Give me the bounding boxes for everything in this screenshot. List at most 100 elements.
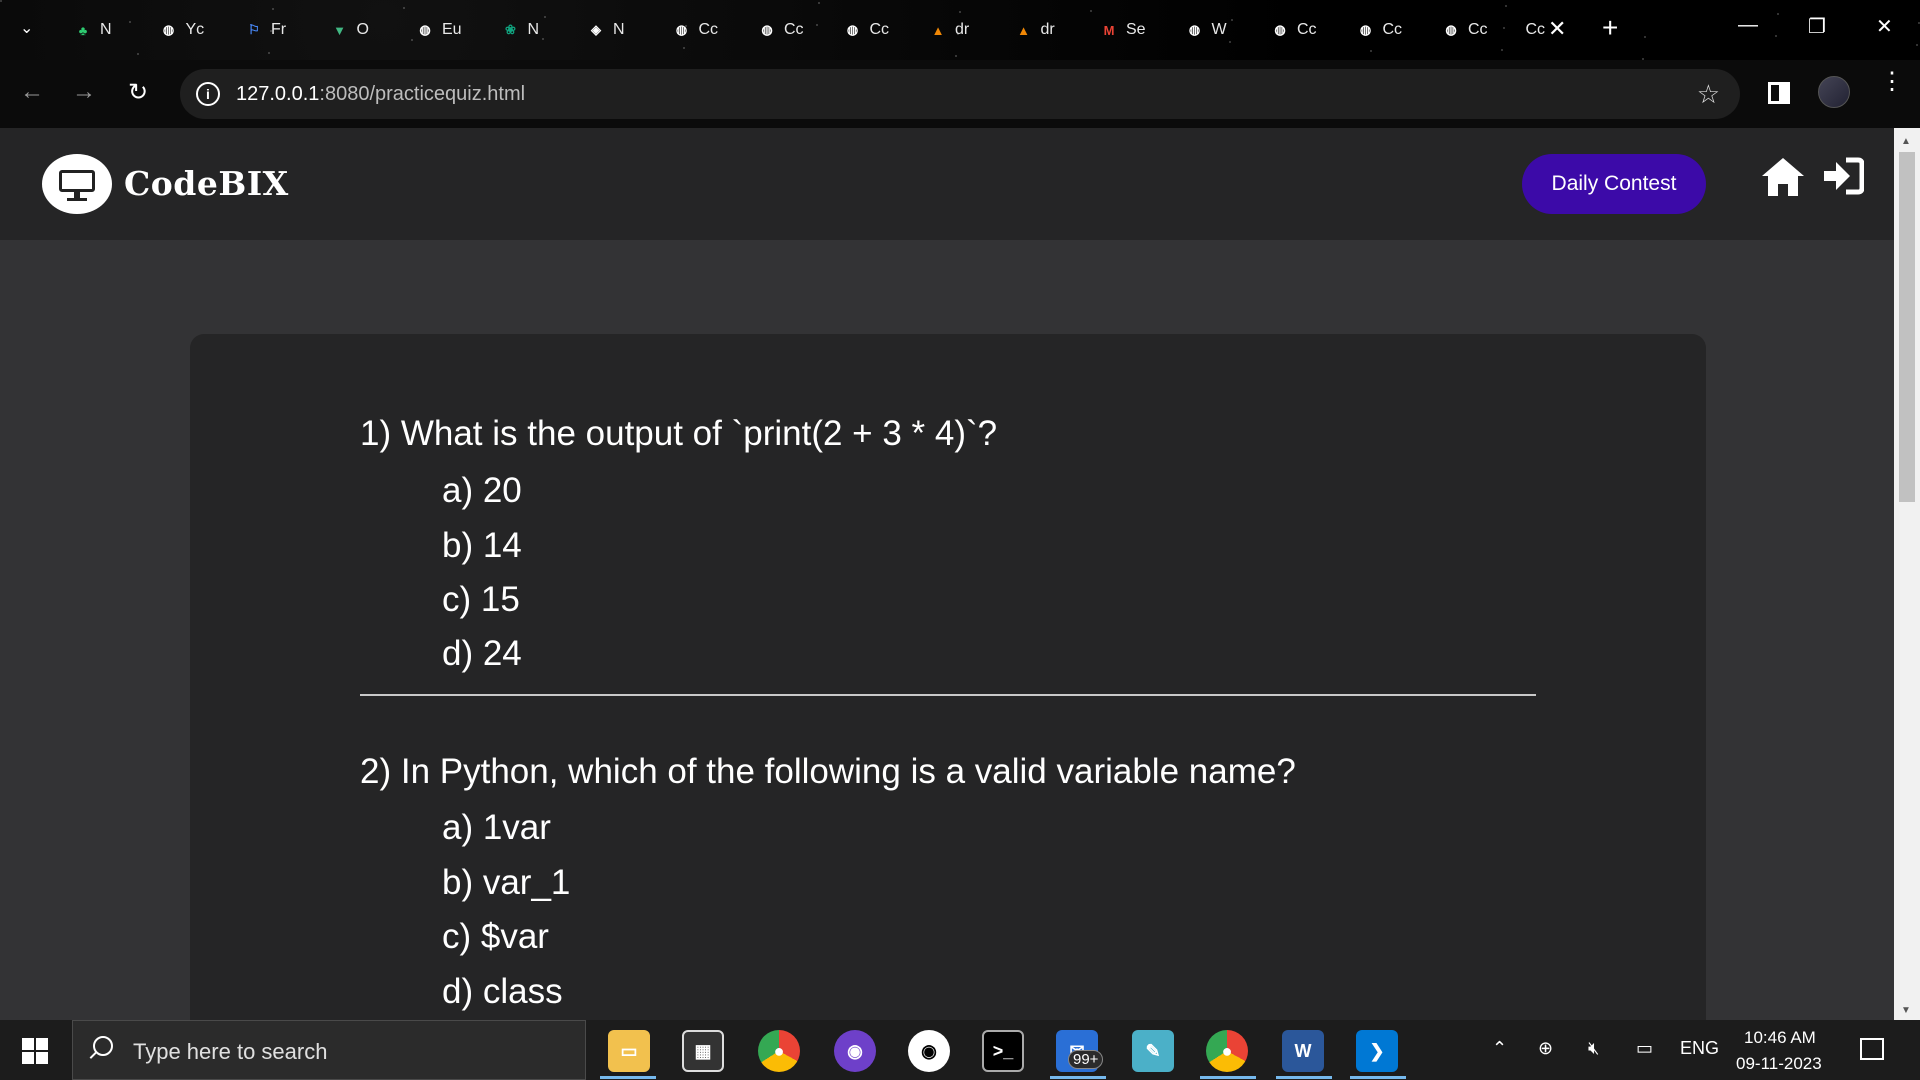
browser-tab[interactable]: ◈ N [585,12,625,48]
site-header: CodeBIX Daily Contest [0,128,1894,240]
url-text[interactable]: 127.0.0.1:8080/practicequiz.html [236,83,525,106]
browser-tab[interactable]: ⚐ Fr [243,12,286,48]
browser-tab[interactable]: ◍ Cc [1440,12,1487,48]
scroll-up-icon[interactable]: ▲ [1901,136,1911,147]
page-viewport: CodeBIX Daily Contest 1) What is the out… [0,128,1920,1020]
speaker-muted-icon[interactable]: 🔇︎ [1588,1038,1599,1059]
vscode-icon[interactable]: ❯ [1356,1030,1398,1072]
browser-tab[interactable]: ◍ W [1184,12,1227,48]
github-icon[interactable]: ◉ [908,1030,950,1072]
question-2-option-d[interactable]: d) class [442,972,563,1012]
daily-contest-button[interactable]: Daily Contest [1522,154,1706,214]
background-star [1503,27,1505,29]
tray-chevron-icon[interactable]: ⌃ [1492,1038,1507,1059]
globe-icon: ◍ [761,22,773,37]
browser-tab[interactable]: M Se [1098,12,1146,48]
reload-icon[interactable]: ↻ [128,78,148,107]
background-star [411,39,413,41]
side-panel-icon[interactable] [1768,82,1790,104]
site-info-icon[interactable]: i [196,82,220,106]
site-brand[interactable]: CodeBIX [124,164,289,203]
drawio-icon: ▲ [1017,22,1030,38]
background-star [683,47,685,49]
scrollbar-thumb[interactable] [1899,152,1915,502]
notification-icon[interactable] [1860,1038,1884,1060]
bookmark-star-icon[interactable]: ☆ [1697,79,1720,110]
windows-start-icon[interactable] [22,1038,48,1064]
back-arrow-icon[interactable]: ← [20,78,44,106]
clock-time[interactable]: 10:46 AM [1744,1028,1816,1048]
github-desktop-icon[interactable]: ◉ [834,1030,876,1072]
browser-tab[interactable]: ▲ dr [1013,12,1055,48]
browser-tab[interactable]: Cc [1526,12,1546,48]
terminal-icon[interactable]: >_ [982,1030,1024,1072]
globe-icon: ◍ [1274,22,1286,37]
site-logo-icon[interactable] [42,154,112,214]
browser-tab[interactable]: ♣ N [72,12,112,48]
question-1-option-d[interactable]: d) 24 [442,634,522,674]
minimize-icon[interactable]: — [1738,14,1758,37]
word-icon[interactable]: W [1282,1030,1324,1072]
background-star [268,52,270,54]
windows-taskbar: Type here to search ▭ ▦ ● ◉ ◉ >_ ✉ 99+ ✎… [0,1020,1920,1080]
background-star [544,16,546,18]
browser-tab[interactable]: ◍ Cc [842,12,889,48]
browser-tab[interactable]: ◍ Cc [1355,12,1402,48]
tab-search-chevron-icon[interactable]: ⌄ [20,18,40,42]
leaf-icon: ♣ [78,22,88,38]
new-tab-button[interactable]: + [1602,12,1618,44]
question-2-option-c[interactable]: c) $var [442,917,549,957]
login-icon[interactable] [1822,156,1865,201]
home-icon[interactable] [1760,156,1806,203]
question-2-option-b[interactable]: b) var_1 [442,863,570,903]
globe-icon: ◍ [162,22,175,37]
tab-close-icon[interactable]: ✕ [1548,16,1566,42]
taskbar-search-input[interactable]: Type here to search [72,1020,586,1080]
forward-arrow-icon[interactable]: → [72,78,96,106]
search-icon [93,1036,113,1056]
restore-icon[interactable]: ❐ [1808,14,1826,39]
background-star [1501,49,1503,51]
question-1-option-c[interactable]: c) 15 [442,580,520,620]
browser-tab[interactable]: ◍ Cc [1269,12,1317,48]
browser-menu-icon[interactable]: ⋮ [1880,70,1904,94]
battery-icon[interactable]: ▭ [1636,1038,1653,1059]
background-star [403,7,405,9]
browser-tab[interactable]: ◍ Yc [158,12,205,48]
file-explorer-icon[interactable]: ▭ [608,1030,650,1072]
notes-icon[interactable]: ✎ [1132,1030,1174,1072]
flag-icon: ⚐ [248,22,260,37]
clock-date[interactable]: 09-11-2023 [1736,1054,1822,1074]
chrome-icon[interactable]: ● [758,1030,800,1072]
browser-tab-label: dr [1040,21,1055,38]
close-window-icon[interactable]: ✕ [1876,14,1893,39]
language-globe-icon[interactable]: ⊕ [1538,1038,1553,1059]
background-star [1231,19,1233,21]
store-icon[interactable]: ▦ [682,1030,724,1072]
browser-tab-label: Cc [698,21,719,38]
monitor-icon [59,170,95,192]
browser-tab[interactable]: ▼ O [329,12,369,48]
browser-tab[interactable]: ▲ dr [927,12,970,48]
question-2-option-a[interactable]: a) 1var [442,808,551,848]
monitor-base [67,198,87,201]
question-1-option-a[interactable]: a) 20 [442,471,522,511]
address-bar[interactable]: i 127.0.0.1:8080/practicequiz.html ☆ [180,69,1740,119]
profile-avatar[interactable] [1818,76,1850,108]
scroll-down-icon[interactable]: ▼ [1901,1005,1911,1016]
question-1-option-b[interactable]: b) 14 [442,526,522,566]
browser-tab-label: Cc [784,21,804,38]
background-star [1505,5,1507,7]
page-scrollbar[interactable]: ▲ ▼ [1894,128,1920,1020]
chrome-active-icon[interactable]: ● [1206,1030,1248,1072]
browser-tab-label: Yc [185,21,205,38]
browser-tab[interactable]: ❀ N [500,12,540,48]
browser-tab-label: Cc [1297,21,1317,38]
browser-tab[interactable]: ◍ Cc [671,12,719,48]
browser-tab[interactable]: ◍ Eu [414,12,462,48]
globe-icon: ◍ [419,22,431,37]
browser-tab-label: Eu [442,21,462,38]
language-indicator[interactable]: ENG [1680,1038,1719,1059]
browser-tab[interactable]: ◍ Cc [756,12,804,48]
browser-tab-label: N [527,21,540,38]
